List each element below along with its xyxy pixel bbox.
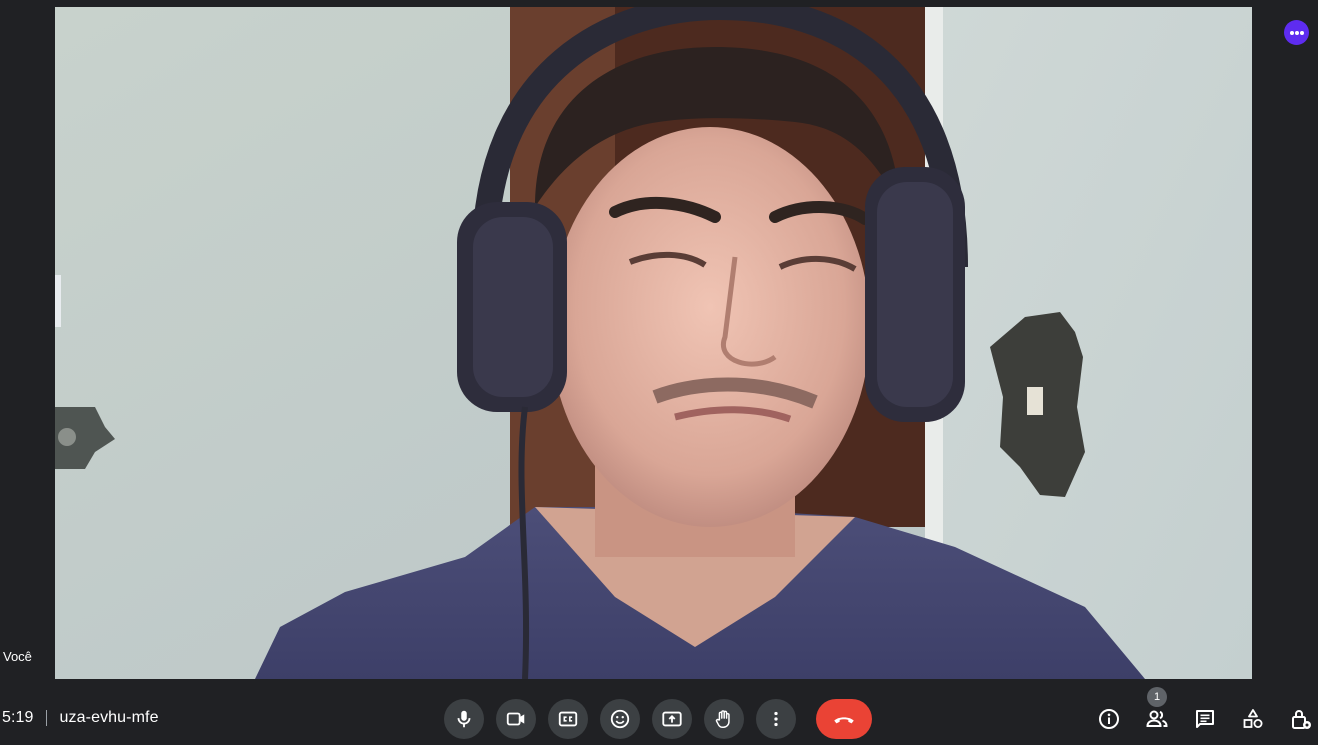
host-controls-icon bbox=[1292, 710, 1311, 729]
activities-icon bbox=[1243, 709, 1263, 728]
present-button[interactable] bbox=[652, 699, 692, 739]
people-icon bbox=[1146, 710, 1168, 727]
meeting-time: 5:19 bbox=[2, 709, 34, 726]
host-controls-button[interactable] bbox=[1282, 703, 1318, 735]
info-icon bbox=[1099, 709, 1119, 729]
microphone-icon bbox=[457, 710, 471, 728]
captions-button[interactable] bbox=[548, 699, 588, 739]
reactions-button[interactable] bbox=[600, 699, 640, 739]
microphone-button[interactable] bbox=[444, 699, 484, 739]
camera-feed bbox=[55, 7, 1252, 679]
tile-options-button[interactable] bbox=[1284, 20, 1309, 45]
end-call-button[interactable] bbox=[816, 699, 872, 739]
captions-icon bbox=[558, 711, 578, 727]
more-horiz-icon bbox=[1289, 30, 1304, 35]
camera-button[interactable] bbox=[496, 699, 536, 739]
more-options-button[interactable] bbox=[756, 699, 796, 739]
call-controls bbox=[444, 699, 872, 739]
raise-hand-icon bbox=[715, 710, 730, 728]
participant-name-label: Você bbox=[3, 649, 32, 664]
more-vert-icon bbox=[774, 711, 778, 727]
camera-icon bbox=[506, 712, 525, 726]
emoji-icon bbox=[610, 709, 630, 729]
meeting-details-button[interactable] bbox=[1090, 703, 1128, 735]
raise-hand-button[interactable] bbox=[704, 699, 744, 739]
people-count-badge: 1 bbox=[1147, 687, 1167, 707]
side-panel-buttons: 1 bbox=[1090, 687, 1318, 735]
people-button[interactable]: 1 bbox=[1138, 687, 1176, 735]
video-tile bbox=[55, 7, 1252, 679]
chat-button[interactable] bbox=[1186, 703, 1224, 735]
end-call-icon bbox=[834, 717, 854, 724]
meeting-info-divider bbox=[45, 710, 47, 726]
meeting-code: uza-evhu-mfe bbox=[59, 709, 159, 726]
activities-button[interactable] bbox=[1234, 703, 1272, 735]
meeting-info: 5:19 uza-evhu-mfe bbox=[2, 708, 159, 728]
chat-icon bbox=[1196, 710, 1214, 728]
meet-window: Você 5:19 uza-evhu-mfe 1 bbox=[0, 0, 1318, 745]
present-screen-icon bbox=[662, 711, 682, 727]
